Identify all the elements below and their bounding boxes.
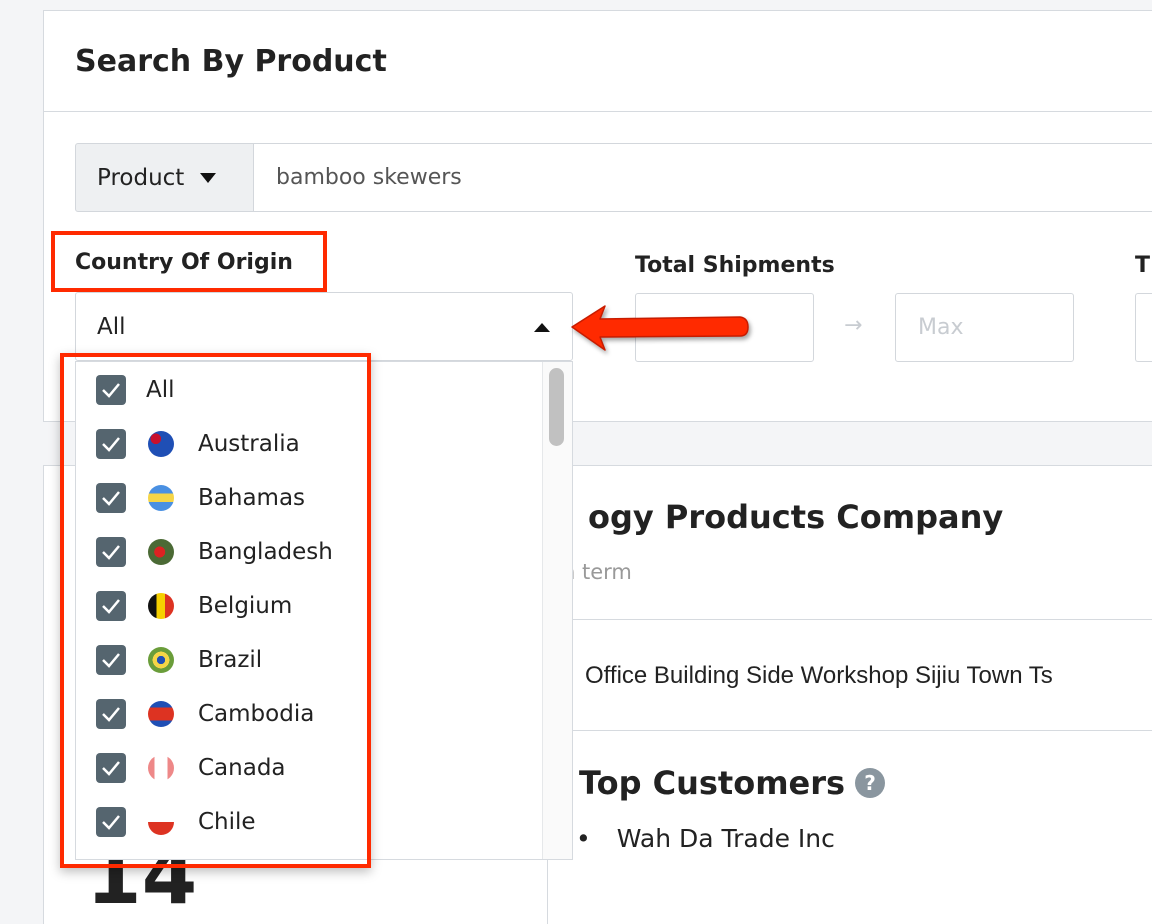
customer-list-item[interactable]: • Wah Da Trade Inc xyxy=(576,824,835,853)
max-placeholder: Max xyxy=(918,315,964,340)
search-query: bamboo skewers xyxy=(276,165,462,190)
total-shipments-label: Total Shipments xyxy=(635,253,835,278)
third-filter-input[interactable] xyxy=(1135,293,1152,362)
scrollbar-thumb[interactable] xyxy=(549,368,564,446)
divider xyxy=(548,730,1152,731)
company-name: ogy Products Company xyxy=(588,498,1004,536)
shipments-max-input[interactable]: Max xyxy=(895,293,1074,362)
divider xyxy=(548,619,1152,620)
caret-down-icon xyxy=(200,172,217,183)
top-customers-title: Top Customers xyxy=(579,764,846,802)
third-filter-label: T xyxy=(1135,253,1151,278)
search-type-dropdown[interactable]: Product xyxy=(75,143,254,212)
divider xyxy=(44,111,1152,112)
search-input[interactable]: bamboo skewers xyxy=(253,143,1152,212)
bullet: • xyxy=(576,824,591,853)
company-card: ogy Products Company n term Office Build… xyxy=(547,465,1152,924)
annotation-arrow xyxy=(571,305,749,351)
scrollbar-track[interactable] xyxy=(542,362,572,859)
country-select[interactable]: All xyxy=(75,292,573,361)
page-title: Search By Product xyxy=(75,44,387,79)
help-icon[interactable]: ? xyxy=(855,768,886,798)
search-type-label: Product xyxy=(97,164,185,191)
arrow-right-icon: → xyxy=(844,313,863,338)
caret-up-icon xyxy=(534,323,550,332)
annotation-box-label xyxy=(51,231,327,292)
country-select-value: All xyxy=(97,313,126,340)
company-address: Office Building Side Workshop Sijiu Town… xyxy=(585,662,1053,689)
customer-name: Wah Da Trade Inc xyxy=(616,824,835,853)
annotation-box-dropdown xyxy=(60,353,371,868)
top-customers-heading: Top Customers ? xyxy=(579,764,886,802)
